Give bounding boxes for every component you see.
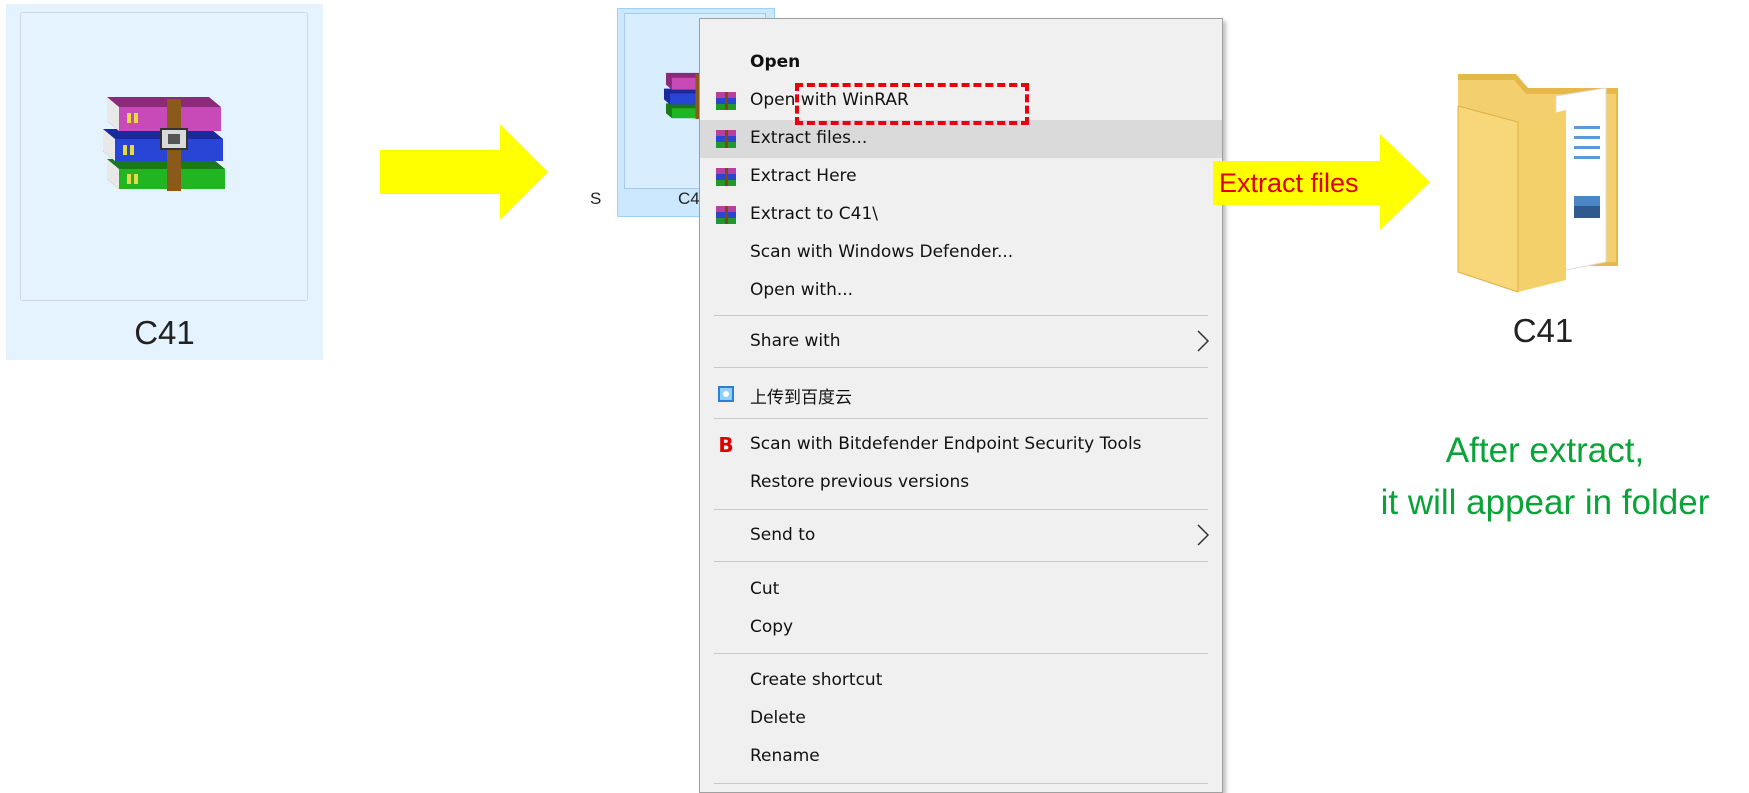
menu-item-label: Create shortcut	[750, 670, 883, 690]
menu-item-cut[interactable]: Cut	[700, 571, 1222, 609]
archive-file-label: C41	[134, 314, 195, 351]
folder-icon	[1457, 74, 1618, 293]
menu-item-scan-bitdefender[interactable]: B Scan with Bitdefender Endpoint Securit…	[700, 426, 1222, 464]
bitdefender-icon: B	[718, 433, 734, 457]
instruction-line-2: it will appear in folder	[1380, 483, 1710, 522]
menu-item-label: Open with...	[750, 280, 854, 300]
partial-file-label: S	[590, 189, 602, 208]
menu-separator	[714, 561, 1208, 562]
baidu-cloud-icon	[718, 386, 734, 402]
menu-item-label: Extract Here	[750, 166, 857, 186]
menu-item-extract-files[interactable]: Extract files...	[700, 120, 1222, 158]
menu-item-label: Extract files...	[750, 128, 868, 148]
folder-label: C41	[1512, 312, 1574, 349]
instruction-line-1: After extract,	[1445, 431, 1645, 470]
menu-item-extract-here[interactable]: Extract Here	[700, 158, 1222, 196]
menu-item-create-shortcut[interactable]: Create shortcut	[700, 662, 1222, 700]
archive-file-tile[interactable]: C41	[6, 4, 323, 360]
menu-separator	[714, 509, 1208, 510]
menu-item-restore-previous-versions[interactable]: Restore previous versions	[700, 464, 1222, 502]
menu-item-label: Scan with Windows Defender...	[750, 242, 1014, 262]
menu-item-label: Restore previous versions	[750, 472, 970, 492]
menu-item-label: Share with	[750, 331, 841, 351]
chevron-right-icon	[1197, 524, 1210, 546]
extract-files-callout: Extract files	[1213, 161, 1387, 205]
menu-separator	[714, 418, 1208, 419]
menu-item-extract-to-c41[interactable]: Extract to C41\	[700, 196, 1222, 234]
menu-item-copy[interactable]: Copy	[700, 609, 1222, 647]
menu-item-scan-windows-defender[interactable]: Scan with Windows Defender...	[700, 234, 1222, 272]
right-arrow-icon	[380, 124, 548, 220]
winrar-icon	[716, 92, 736, 110]
context-menu: Open Open with WinRAR Extract files... E…	[699, 18, 1223, 793]
highlight-box	[795, 83, 1029, 125]
menu-item-upload-baidu[interactable]: 上传到百度云	[700, 375, 1222, 413]
menu-separator	[714, 367, 1208, 368]
archive-thumbnail-frame	[20, 12, 308, 301]
menu-item-label: Open	[750, 52, 801, 72]
menu-item-label: Copy	[750, 617, 794, 637]
winrar-archive-icon	[103, 97, 225, 191]
selected-archive-label: C4	[678, 189, 700, 208]
menu-item-delete[interactable]: Delete	[700, 700, 1222, 738]
menu-separator	[714, 783, 1208, 784]
winrar-icon	[716, 130, 736, 148]
chevron-right-icon	[1197, 330, 1210, 352]
menu-item-label: Send to	[750, 525, 816, 545]
menu-item-label: Rename	[750, 746, 820, 766]
menu-item-label: 上传到百度云	[750, 388, 852, 408]
menu-item-open[interactable]: Open	[700, 44, 1222, 82]
menu-item-share-with[interactable]: Share with	[700, 323, 1222, 361]
menu-item-rename[interactable]: Rename	[700, 738, 1222, 776]
menu-item-label: Scan with Bitdefender Endpoint Security …	[750, 434, 1142, 454]
menu-item-open-with[interactable]: Open with...	[700, 272, 1222, 310]
menu-item-label: Delete	[750, 708, 806, 728]
menu-item-label: Cut	[750, 579, 780, 599]
menu-separator	[714, 315, 1208, 316]
winrar-icon	[716, 206, 736, 224]
winrar-icon	[716, 168, 736, 186]
instruction-note: After extract, it will appear in folder	[1340, 425, 1749, 529]
menu-separator	[714, 653, 1208, 654]
menu-item-label: Extract to C41\	[750, 204, 878, 224]
menu-item-send-to[interactable]: Send to	[700, 517, 1222, 555]
